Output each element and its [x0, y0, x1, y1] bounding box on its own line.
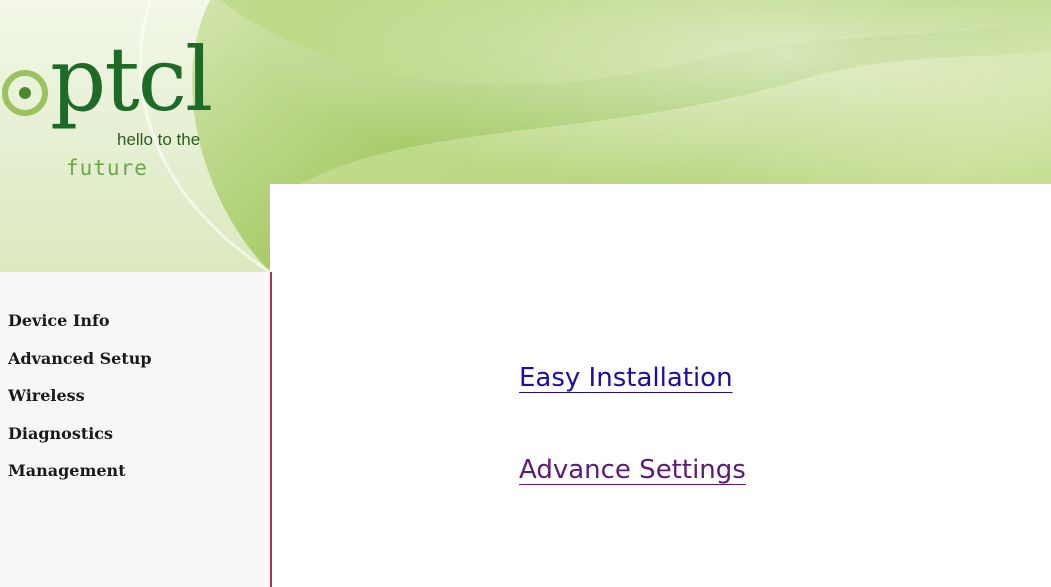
sidebar-item-management[interactable]: Management [8, 460, 152, 498]
sidebar-item-wireless[interactable]: Wireless [8, 385, 152, 423]
easy-installation-link[interactable]: Easy Installation [519, 363, 733, 393]
ptcl-logo: ptcl hello to the future [0, 20, 260, 200]
sidebar-item-advanced-setup[interactable]: Advanced Setup [8, 348, 152, 386]
advance-settings-link[interactable]: Advance Settings [519, 455, 746, 485]
logo-tagline-line2: future [66, 156, 148, 180]
logo-wordmark: ptcl [50, 28, 213, 131]
logo-dot-icon [19, 87, 31, 99]
sidebar-menu: Device Info Advanced Setup Wireless Diag… [8, 310, 152, 498]
sidebar-divider [270, 272, 272, 587]
sidebar-item-device-info[interactable]: Device Info [8, 310, 152, 348]
sidebar-item-diagnostics[interactable]: Diagnostics [8, 423, 152, 461]
router-home-page: ptcl hello to the future Device Info Adv… [0, 0, 1051, 587]
logo-tagline-line1: hello to the [117, 130, 201, 149]
